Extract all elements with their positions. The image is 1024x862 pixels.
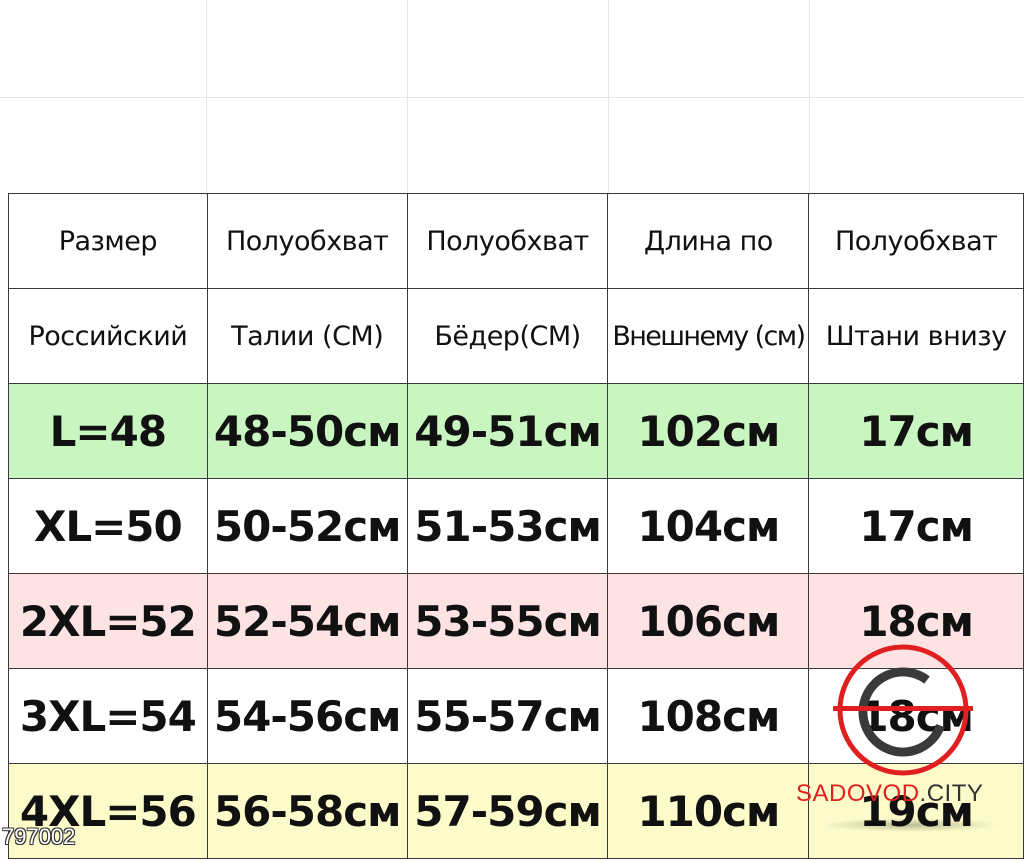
watermark-brand-red: SADOVOD: [796, 780, 920, 807]
watermark-brand: SADOVOD.CITY: [796, 780, 983, 808]
size-cell: XL=50: [8, 478, 208, 574]
header-cell: Полуобхват: [406, 193, 609, 289]
length-cell: 102см: [607, 383, 810, 479]
header-cell: Размер: [8, 193, 208, 289]
hip-cell: 49-51см: [406, 383, 609, 479]
hip-cell: 57-59см: [406, 763, 609, 859]
length-cell: 108см: [607, 668, 810, 764]
background-grid: [0, 0, 1024, 195]
sadovod-logo-icon: [833, 644, 973, 776]
header-cell: Талии (СМ): [206, 288, 408, 384]
header-row-1: Размер Полуобхват Полуобхват Длина по По…: [8, 193, 1024, 289]
watermark-shadow: [820, 818, 1000, 832]
header-cell: Полуобхват: [808, 193, 1024, 289]
size-row-l: L=48 48-50см 49-51см 102см 17см: [8, 383, 1024, 479]
size-cell: 3XL=54: [8, 668, 208, 764]
waist-cell: 54-56см: [206, 668, 408, 764]
waist-cell: 48-50см: [206, 383, 408, 479]
watermark-brand-dark: .CITY: [919, 780, 984, 807]
length-cell: 110см: [607, 763, 810, 859]
hem-cell: 17см: [808, 478, 1024, 574]
length-cell: 106см: [607, 573, 810, 669]
header-cell: Бёдер(СМ): [406, 288, 609, 384]
hip-cell: 55-57см: [406, 668, 609, 764]
waist-cell: 52-54см: [206, 573, 408, 669]
hip-cell: 53-55см: [406, 573, 609, 669]
size-cell: 2XL=52: [8, 573, 208, 669]
header-cell: Штани внизу: [808, 288, 1024, 384]
waist-cell: 50-52см: [206, 478, 408, 574]
size-cell: L=48: [8, 383, 208, 479]
header-cell: Российский: [8, 288, 208, 384]
product-code: 797002: [2, 824, 76, 849]
hip-cell: 51-53см: [406, 478, 609, 574]
waist-cell: 56-58см: [206, 763, 408, 859]
header-cell: Длина по: [607, 193, 810, 289]
size-row-xl: XL=50 50-52см 51-53см 104см 17см: [8, 478, 1024, 574]
header-cell: Полуобхват: [206, 193, 408, 289]
length-cell: 104см: [607, 478, 810, 574]
header-cell: Внешнему (см): [607, 288, 810, 384]
hem-cell: 17см: [808, 383, 1024, 479]
header-row-2: Российский Талии (СМ) Бёдер(СМ) Внешнему…: [8, 288, 1024, 384]
